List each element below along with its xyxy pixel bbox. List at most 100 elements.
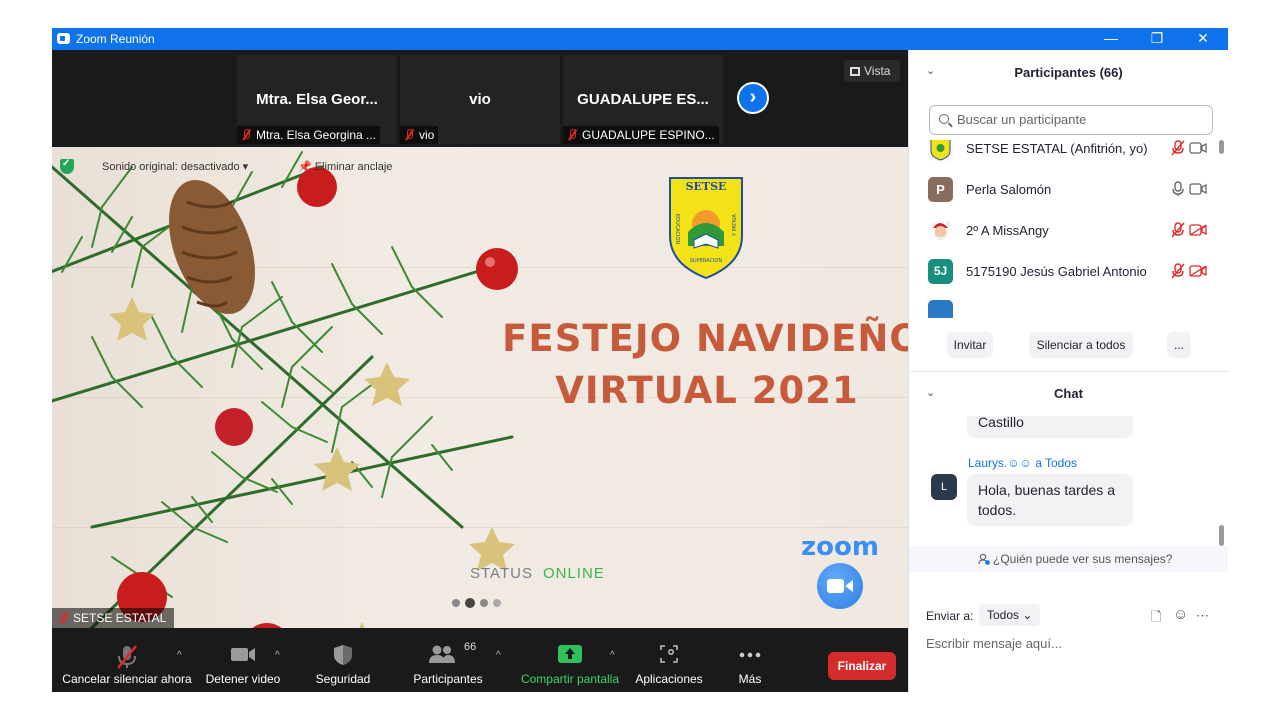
remove-pin-button[interactable]: 📌 Eliminar anclaje — [298, 160, 392, 173]
participant-thumbnail[interactable]: GUADALUPE ES... GUADALUPE ESPINO... — [563, 55, 723, 144]
next-page-arrow-button[interactable]: › — [737, 82, 769, 114]
send-to-dropdown[interactable]: Todos ⌄ — [979, 604, 1041, 626]
thumbnail-footer: Mtra. Elsa Georgina ... — [237, 126, 381, 144]
restore-button[interactable]: ❐ — [1134, 28, 1180, 50]
share-options-caret[interactable]: ^ — [610, 650, 615, 661]
search-icon — [939, 114, 949, 124]
shared-screen-status — [60, 155, 74, 177]
chat-message-header: Laurys.☺☺ a Todos — [968, 456, 1077, 470]
chat-message-bubble: Castillo — [967, 416, 1133, 438]
emoji-icon[interactable]: ☺ — [1173, 606, 1188, 623]
people-icon — [429, 645, 455, 663]
chat-title: Chat — [1054, 386, 1083, 401]
avatar: L — [931, 474, 957, 500]
more-button[interactable]: Más — [726, 628, 774, 692]
avatar — [928, 140, 953, 161]
mic-muted-icon — [58, 612, 68, 624]
panel-divider — [909, 371, 1228, 372]
zoom-logo-icon — [57, 33, 70, 44]
status-label: STATUS — [470, 565, 533, 582]
participant-list-scrollbar[interactable] — [1219, 140, 1224, 318]
mic-muted-icon[interactable] — [1171, 140, 1185, 156]
festivity-title-line1: FESTEJO NAVIDEÑO — [502, 317, 908, 360]
thumbnail-footer: GUADALUPE ESPINO... — [563, 126, 719, 144]
chat-sender[interactable]: Laurys.☺☺ — [968, 456, 1032, 470]
person-info-icon — [978, 553, 990, 565]
meeting-toolbar: Cancelar silenciar ahora ^ Detener video… — [52, 628, 908, 692]
security-label: Seguridad — [315, 672, 371, 686]
participant-list: SETSE ESTATAL (Anfitrión, yo) P Perla Sa… — [909, 140, 1219, 318]
chat-message-input[interactable]: Escribir mensaje aquí... — [926, 636, 1062, 651]
apps-icon — [660, 645, 678, 663]
avatar: P — [928, 177, 953, 202]
search-placeholder: Buscar un participante — [957, 112, 1087, 127]
avatar — [928, 300, 953, 318]
send-to-value: Todos — [987, 608, 1020, 622]
participant-row[interactable]: P Perla Salomón — [909, 169, 1219, 210]
setse-logo-letters: SETSE — [686, 180, 727, 193]
share-screen-icon — [558, 645, 582, 663]
participants-options-caret[interactable]: ^ — [496, 650, 501, 661]
video-options-caret[interactable]: ^ — [275, 650, 280, 661]
participant-row[interactable]: 2º A MissAngy — [909, 210, 1219, 251]
file-icon[interactable]: 🗋 — [1151, 608, 1161, 630]
zoom-camera-icon — [817, 563, 863, 609]
video-camera-icon[interactable] — [1189, 142, 1207, 154]
chat-messages: Castillo Laurys.☺☺ a Todos L Hola, buena… — [909, 416, 1219, 546]
security-button[interactable]: Seguridad — [308, 628, 378, 692]
invite-button[interactable]: Invitar — [947, 332, 993, 358]
thumbnail-footer-name: vio — [419, 128, 435, 142]
minimize-button[interactable]: — — [1088, 28, 1134, 50]
mute-button[interactable]: Cancelar silenciar ahora — [57, 628, 197, 692]
participant-search-input[interactable]: Buscar un participante — [929, 105, 1213, 135]
zoom-window: Zoom Reunión — ❐ ✕ Mtra. Elsa Geor... Mt… — [52, 28, 1228, 692]
more-label: Más — [738, 672, 762, 686]
pin-icon: 📌 — [298, 161, 312, 173]
more-dots-icon[interactable]: ⋯ — [1196, 608, 1209, 624]
status-value: ONLINE — [542, 565, 605, 582]
apps-button[interactable]: Aplicaciones — [632, 628, 706, 692]
participant-name: 5175190 Jesús Gabriel Antonio — [966, 264, 1147, 279]
mute-label: Cancelar silenciar ahora — [62, 672, 192, 686]
share-screen-button[interactable]: Compartir pantalla — [518, 628, 622, 692]
setse-logo-left: EDUCACION — [674, 214, 680, 244]
window-title: Zoom Reunión — [76, 32, 155, 46]
participant-row[interactable]: 5J 5175190 Jesús Gabriel Antonio — [909, 251, 1219, 292]
end-meeting-button[interactable]: Finalizar — [828, 652, 896, 680]
mute-all-button[interactable]: Silenciar a todos — [1029, 332, 1133, 358]
thumbnail-footer-name: GUADALUPE ESPINO... — [582, 128, 715, 142]
participant-thumbnail[interactable]: Mtra. Elsa Geor... Mtra. Elsa Georgina .… — [237, 55, 397, 144]
thumbnail-name: vio — [469, 91, 491, 108]
setse-logo-right: Y PATRIA — [732, 214, 738, 237]
thumbnail-footer: vio — [400, 126, 439, 144]
side-panel: ⌄ Participantes (66) Buscar un participa… — [908, 50, 1228, 692]
participant-name: SETSE ESTATAL (Anfitrión, yo) — [966, 141, 1148, 156]
participants-more-button[interactable]: ... — [1167, 332, 1191, 358]
video-off-icon[interactable] — [1189, 265, 1207, 277]
stop-video-button[interactable]: Detener video — [202, 628, 284, 692]
participants-count: 66 — [464, 641, 477, 653]
share-screen-label: Compartir pantalla — [520, 672, 620, 686]
participant-name: 2º A MissAngy — [966, 223, 1049, 238]
mute-options-caret[interactable]: ^ — [177, 650, 182, 661]
video-off-icon[interactable] — [1189, 224, 1207, 236]
participant-row-partial[interactable] — [909, 292, 1219, 318]
participant-row[interactable]: SETSE ESTATAL (Anfitrión, yo) — [909, 140, 1219, 169]
participants-button[interactable]: 66 Participantes — [408, 628, 488, 692]
video-camera-icon[interactable] — [1189, 183, 1207, 195]
view-button[interactable]: Vista — [844, 60, 900, 82]
security-shield-icon — [60, 158, 74, 174]
mic-muted-icon[interactable] — [1171, 222, 1185, 238]
slide-pagination-dots[interactable] — [452, 598, 501, 608]
mic-muted-icon[interactable] — [1171, 263, 1185, 279]
setse-logo-bottom: SUPERACION — [690, 258, 723, 264]
original-sound-toggle[interactable]: Sonido original: desactivado ▾ — [102, 160, 248, 173]
close-button[interactable]: ✕ — [1180, 28, 1226, 50]
mic-icon[interactable] — [1171, 181, 1185, 197]
chevron-down-icon: ⌄ — [1022, 608, 1033, 622]
participant-thumbnail[interactable]: vio vio — [400, 55, 560, 144]
who-can-see-messages[interactable]: ¿Quién puede ver sus mensajes? — [909, 546, 1228, 572]
chat-scrollbar[interactable] — [1219, 420, 1224, 546]
participant-name: Perla Salomón — [966, 182, 1052, 197]
chat-message-text: todos. — [978, 502, 1017, 518]
